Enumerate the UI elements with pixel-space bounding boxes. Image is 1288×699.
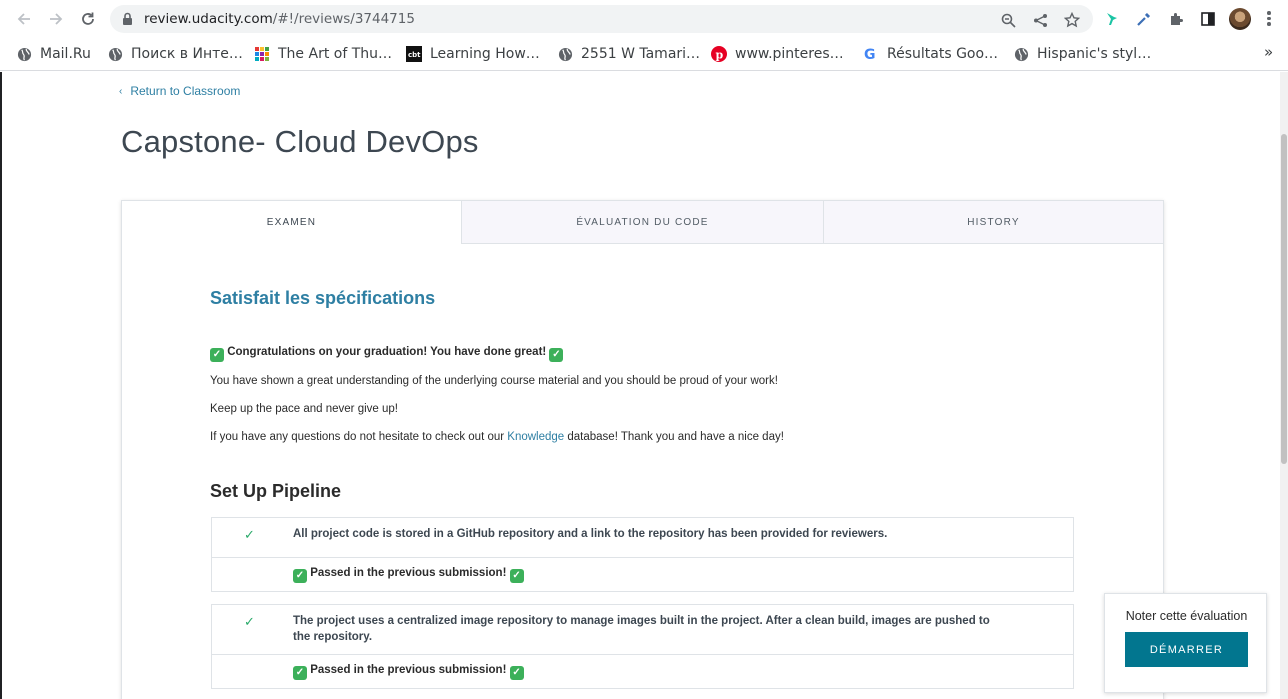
share-icon[interactable]	[1031, 11, 1049, 29]
page-content: ‹ Return to Classroom Capstone- Cloud De…	[0, 72, 1280, 699]
summary-line-3: If you have any questions do not hesitat…	[210, 431, 784, 443]
arrow-right-icon	[50, 13, 63, 25]
globe-icon	[16, 46, 32, 62]
cbt-icon: cbt	[406, 46, 422, 62]
check-mark-icon: ✓	[509, 569, 524, 583]
check-mark-icon: ✓	[210, 348, 224, 362]
lock-icon	[123, 12, 132, 25]
tab-code-review[interactable]: ÉVALUATION DU CODE	[461, 201, 823, 244]
review-card: EXAMEN ÉVALUATION DU CODE HISTORY Satisf…	[121, 200, 1164, 699]
check-mark-icon: ✓	[293, 569, 307, 583]
summary-line-3-start: If you have any questions do not hesitat…	[210, 431, 508, 443]
bookmark-google-results[interactable]: G Résultats Goo…	[863, 44, 998, 64]
feedback-text: Passed in the previous submission!	[310, 664, 507, 676]
bookmark-hispanics-style[interactable]: Hispanic's styl…	[1013, 44, 1151, 64]
feedback-text: Passed in the previous submission!	[310, 567, 507, 579]
zoom-icon[interactable]	[999, 11, 1017, 29]
pinterest-icon: p	[711, 46, 727, 62]
chevron-left-icon: ‹	[119, 85, 123, 97]
page-title: Capstone- Cloud DevOps	[121, 124, 479, 159]
puzzle-icon[interactable]	[1166, 9, 1186, 29]
congrats-line: ✓ Congratulations on your graduation! Yo…	[210, 346, 564, 362]
browser-menu-icon[interactable]	[1262, 9, 1276, 29]
bookmarks-bar: Mail.Ru Поиск в Инте… The Art of Thu… cb…	[0, 38, 1288, 71]
criterion-text: The project uses a centralized image rep…	[293, 615, 990, 643]
tab-examen[interactable]: EXAMEN	[122, 201, 461, 244]
criterion-spec: ✓ All project code is stored in a GitHub…	[212, 518, 1073, 558]
check-mark-icon: ✓	[549, 348, 564, 362]
return-to-classroom-link[interactable]: ‹ Return to Classroom	[119, 84, 240, 98]
reload-icon	[82, 12, 94, 25]
bookmark-learning-how[interactable]: cbt Learning How…	[406, 44, 540, 64]
url-text: review.udacity.com/#!/reviews/3744715	[144, 11, 415, 27]
criterion-row: ✓ The project uses a centralized image r…	[211, 604, 1074, 689]
back-button[interactable]	[13, 8, 35, 30]
congrats-text: Congratulations on your graduation! You …	[227, 346, 547, 358]
bookmark-art-of-thu[interactable]: The Art of Thu…	[254, 44, 392, 64]
bookmark-2551-w-tamari[interactable]: 2551 W Tamari…	[557, 44, 700, 64]
globe-icon	[107, 46, 123, 62]
svg-text:cbt: cbt	[408, 51, 421, 59]
rate-review-widget: Noter cette évaluation DÉMARRER	[1104, 593, 1267, 693]
check-mark-icon: ✓	[293, 666, 307, 680]
summary-line-2: Keep up the pace and never give up!	[210, 403, 398, 415]
start-rating-button[interactable]: DÉMARRER	[1125, 632, 1248, 667]
knowledge-link[interactable]: Knowledge	[507, 431, 564, 443]
feedback-line: ✓ Passed in the previous submission! ✓	[293, 664, 524, 680]
review-tabs: EXAMEN ÉVALUATION DU CODE HISTORY	[122, 201, 1163, 244]
star-icon[interactable]	[1063, 11, 1081, 29]
profile-avatar[interactable]	[1229, 8, 1251, 30]
criterion-spec: ✓ The project uses a centralized image r…	[212, 605, 1073, 655]
globe-icon	[1013, 46, 1029, 62]
eyedropper-icon[interactable]	[1134, 9, 1154, 29]
reload-button[interactable]	[77, 8, 99, 30]
address-bar[interactable]: review.udacity.com/#!/reviews/3744715	[110, 5, 1093, 33]
page-scrollbar[interactable]	[1280, 72, 1288, 699]
return-link-label: Return to Classroom	[130, 84, 241, 98]
bookmark-search[interactable]: Поиск в Инте…	[107, 44, 243, 64]
scrollbar-thumb[interactable]	[1281, 134, 1287, 464]
criterion-row: ✓ All project code is stored in a GitHub…	[211, 517, 1074, 592]
checkmark-icon: ✓	[244, 615, 255, 630]
criterion-text: All project code is stored in a GitHub r…	[293, 528, 888, 540]
bookmark-pinterest[interactable]: p www.pinteres…	[711, 44, 844, 64]
criterion-feedback: ✓ Passed in the previous submission! ✓	[212, 558, 1073, 591]
check-mark-icon: ✓	[509, 666, 524, 680]
summary-line-3-end: database! Thank you and have a nice day!	[564, 431, 784, 443]
side-panel-icon[interactable]	[1198, 9, 1218, 29]
forward-button[interactable]	[45, 8, 67, 30]
grid-icon	[254, 46, 270, 62]
bookmark-mailru[interactable]: Mail.Ru	[16, 44, 91, 64]
rate-review-label: Noter cette évaluation	[1125, 609, 1248, 623]
checkmark-icon: ✓	[244, 528, 255, 543]
more-bookmarks-button[interactable]: »	[1264, 43, 1273, 61]
criterion-feedback: ✓ Passed in the previous submission! ✓	[212, 655, 1073, 688]
browser-toolbar: review.udacity.com/#!/reviews/3744715	[0, 0, 1288, 38]
google-icon: G	[863, 46, 879, 62]
svg-text:G: G	[864, 47, 876, 62]
extension-bird-icon[interactable]	[1102, 9, 1122, 29]
feedback-line: ✓ Passed in the previous submission! ✓	[293, 567, 524, 583]
arrow-left-icon	[17, 13, 30, 25]
summary-line-1: You have shown a great understanding of …	[210, 375, 778, 387]
section-title: Set Up Pipeline	[210, 481, 342, 501]
result-title: Satisfait les spécifications	[210, 288, 436, 308]
tab-history[interactable]: HISTORY	[823, 201, 1163, 244]
globe-icon	[557, 46, 573, 62]
svg-text:p: p	[716, 49, 724, 62]
